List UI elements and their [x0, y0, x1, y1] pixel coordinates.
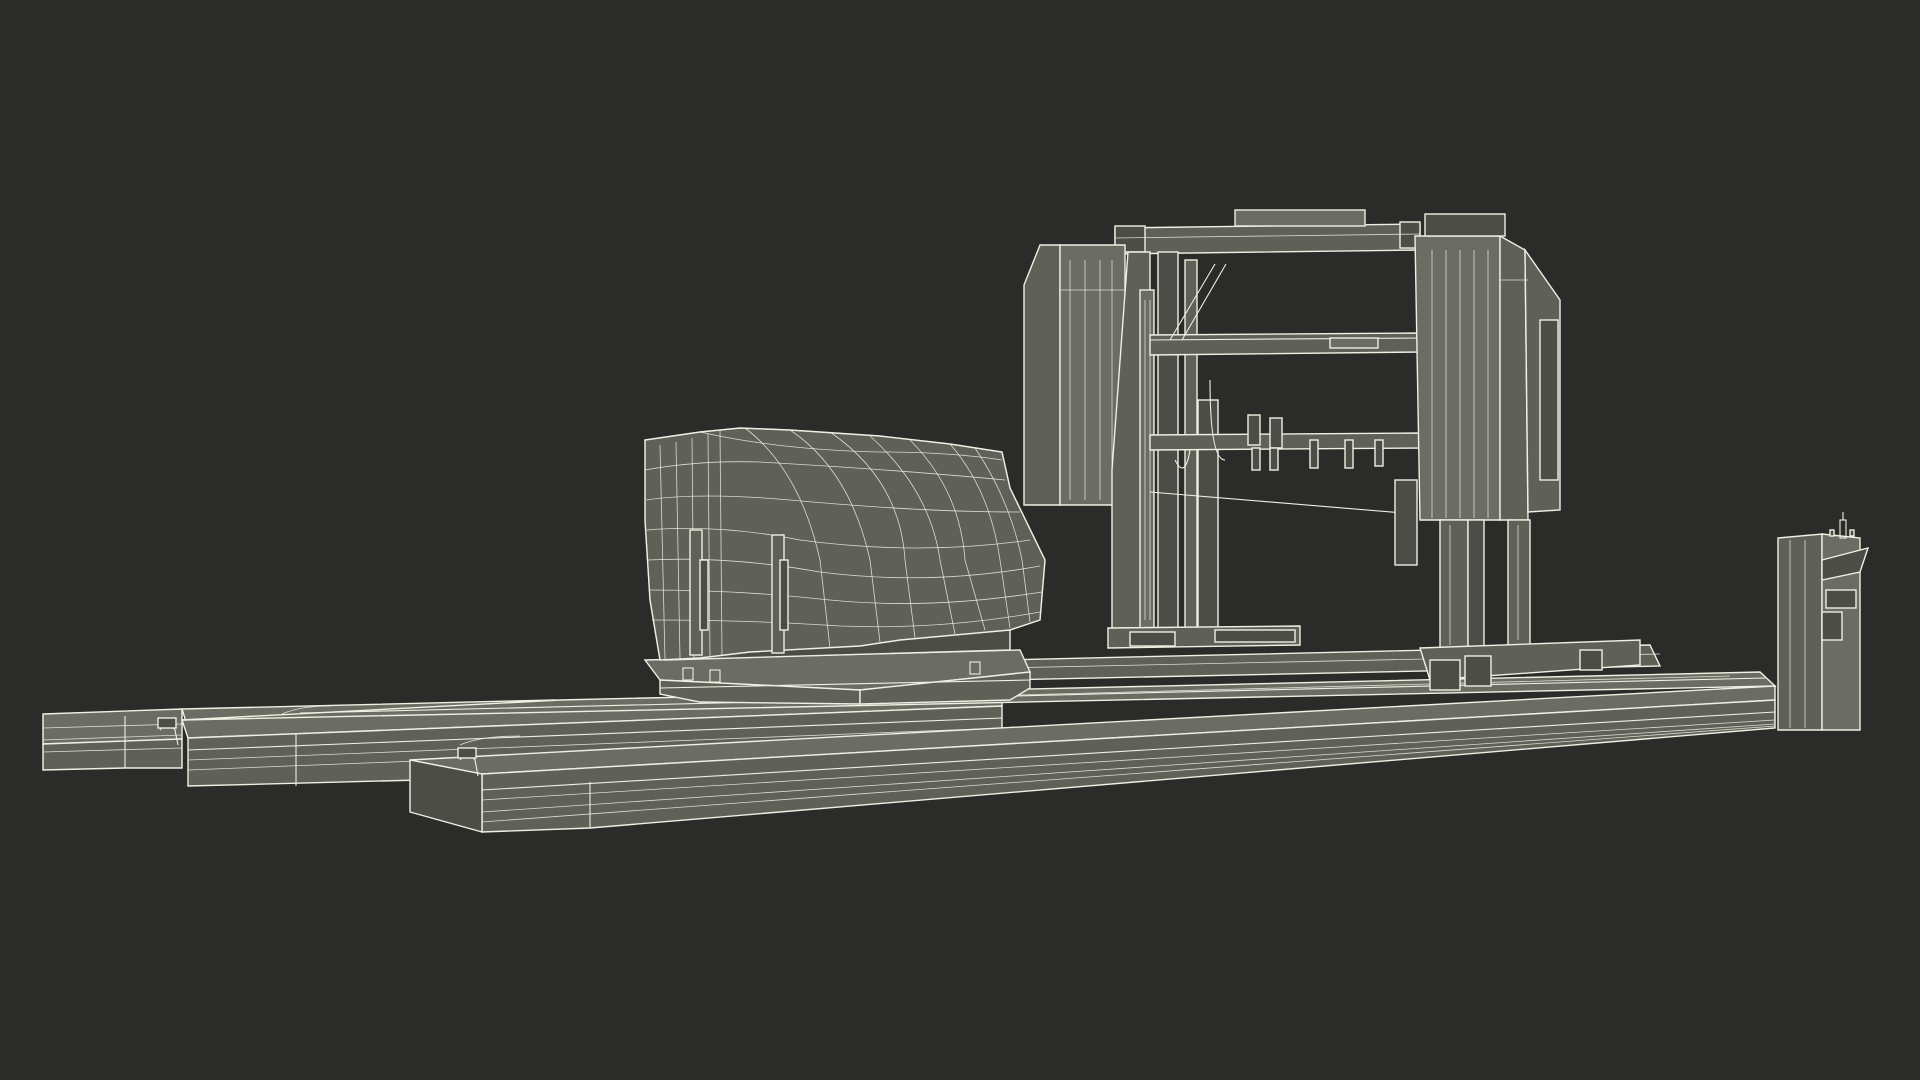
- wireframe-scene: [42, 209, 1870, 833]
- render-viewport: [0, 0, 1920, 1080]
- saw-head: [1023, 209, 1641, 691]
- control-cabinet: [1777, 512, 1870, 731]
